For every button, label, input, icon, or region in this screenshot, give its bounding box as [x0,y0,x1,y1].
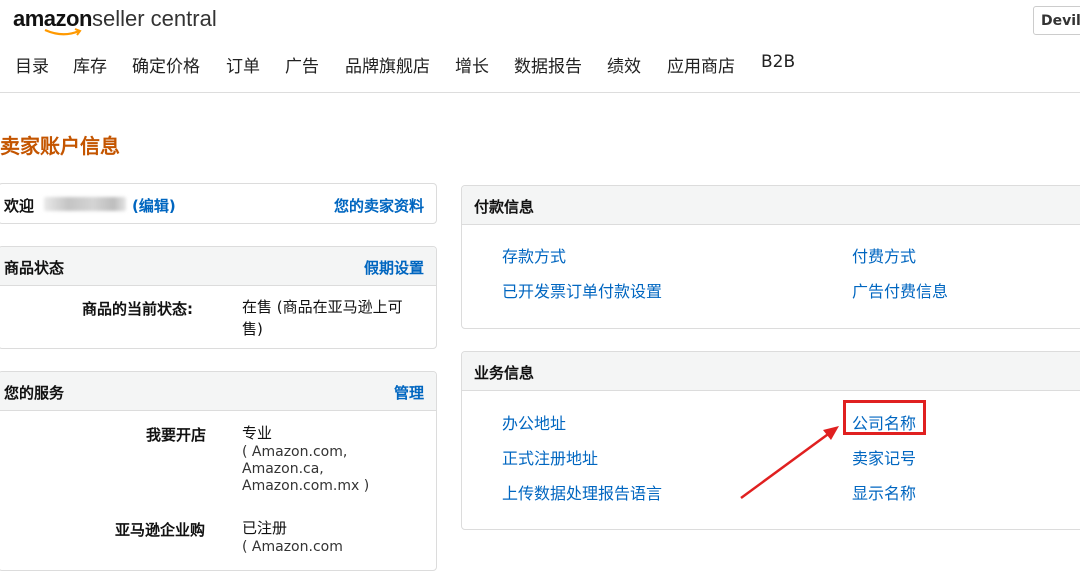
nav-reports[interactable]: 数据报告 [514,52,582,77]
advertising-payment-link[interactable]: 广告付费信息 [852,278,948,302]
charge-method-link[interactable]: 付费方式 [852,243,916,267]
nav-inventory[interactable]: 库存 [73,52,107,77]
services-title: 您的服务 [4,384,65,402]
service-label-business: 亚马逊企业购 [115,521,206,539]
listing-status-header: 商品状态 假期设置 [0,247,436,286]
nav-catalog[interactable]: 目录 [15,52,49,77]
seller-profile-link[interactable]: 您的卖家资料 [334,195,424,216]
listing-status-card: 商品状态 假期设置 商品的当前状态: 在售 (商品在亚马逊上可 售) [0,246,437,349]
services-card: 您的服务 管理 我要开店 专业 ( Amazon.com, Amazon.ca,… [0,371,437,571]
service-business-market: ( Amazon.com [242,539,343,555]
page-title: 卖家账户信息 [0,134,120,158]
service-value-business: 已注册 [242,519,288,537]
listing-status-value-line1: 在售 (商品在亚马逊上可 [242,298,403,316]
business-info-title: 业务信息 [474,364,535,382]
service-label-selling: 我要开店 [146,426,207,444]
nav-advertising[interactable]: 广告 [285,52,319,77]
nav-orders[interactable]: 订单 [226,52,260,77]
user-account-button[interactable]: Devily [1033,6,1080,35]
vacation-settings-link[interactable]: 假期设置 [364,257,424,278]
listing-status-title: 商品状态 [4,259,65,277]
invoiced-order-payment-link[interactable]: 已开发票订单付款设置 [502,278,662,302]
service-market-2: Amazon.ca, [242,461,324,477]
upload-report-language-link[interactable]: 上传数据处理报告语言 [502,480,662,504]
service-value-selling: 专业 [242,424,273,442]
service-market-3: Amazon.com.mx ) [242,478,370,494]
nav-appstore[interactable]: 应用商店 [667,52,735,77]
annotation-arrow-icon [740,426,839,500]
payment-info-header: 付款信息 [462,186,1080,225]
nav-brand-stores[interactable]: 品牌旗舰店 [345,52,430,77]
manage-services-link[interactable]: 管理 [394,382,424,403]
services-header: 您的服务 管理 [0,372,436,411]
payment-info-title: 付款信息 [474,198,535,216]
nav-divider [0,92,1080,93]
blurred-seller-name [44,197,126,211]
deposit-method-link[interactable]: 存款方式 [502,243,566,267]
business-info-header: 业务信息 [462,352,1080,391]
welcome-label: 欢迎 [4,197,35,215]
payment-info-card: 付款信息 存款方式 付费方式 已开发票订单付款设置 广告付费信息 [461,185,1080,329]
highlight-box [843,400,926,435]
listing-status-value-line2: 售) [242,320,263,338]
nav-performance[interactable]: 绩效 [607,52,641,77]
listing-status-label: 商品的当前状态: [82,300,193,318]
registered-address-link[interactable]: 正式注册地址 [502,445,598,469]
welcome-card: 欢迎 (编辑) 您的卖家资料 [0,183,437,224]
display-name-link[interactable]: 显示名称 [852,480,916,504]
nav-b2b[interactable]: B2B [761,52,795,72]
nav-pricing[interactable]: 确定价格 [132,52,200,77]
service-market-1: ( Amazon.com, [242,444,348,460]
office-address-link[interactable]: 办公地址 [502,410,566,434]
merchant-token-link[interactable]: 卖家记号 [852,445,916,469]
nav-growth[interactable]: 增长 [455,52,489,77]
edit-name-link[interactable]: (编辑) [132,195,176,216]
amazon-smile-icon [44,28,82,36]
logo-product-text: seller central [92,6,217,31]
